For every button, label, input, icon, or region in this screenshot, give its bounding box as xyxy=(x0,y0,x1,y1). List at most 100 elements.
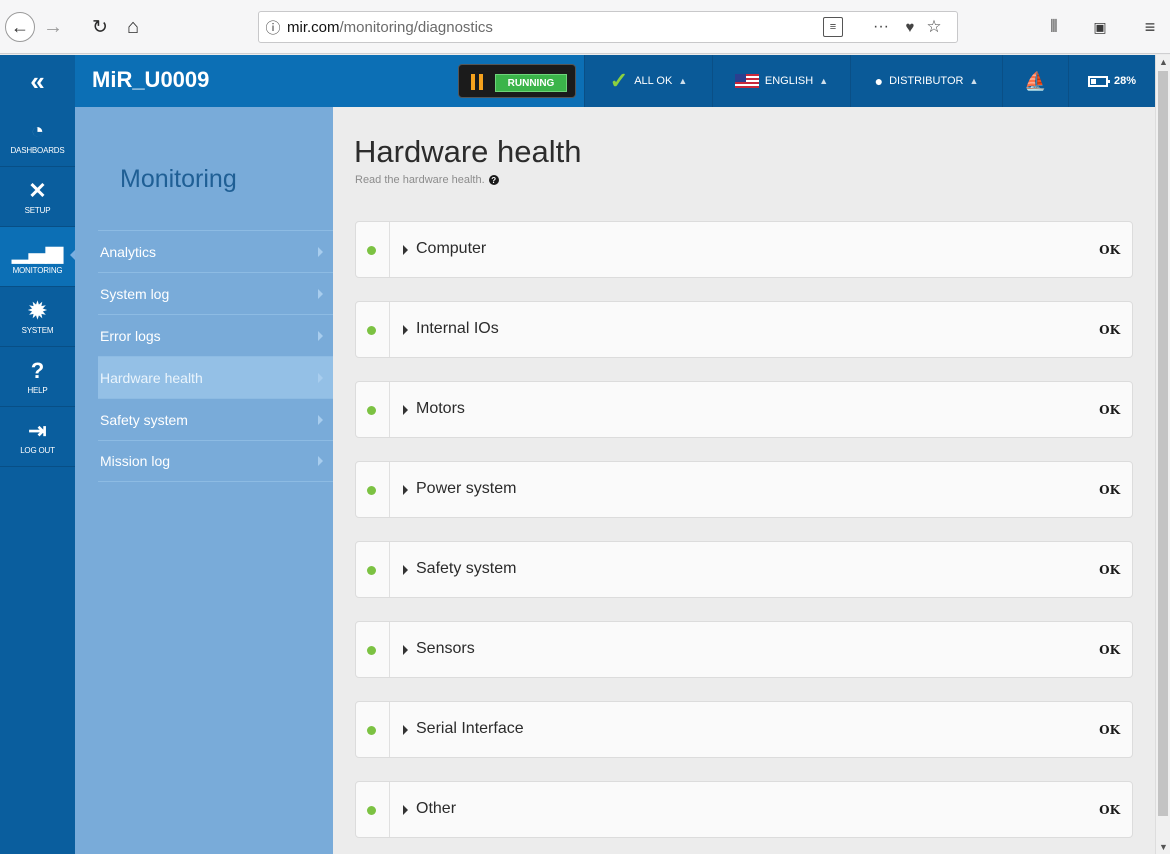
joystick-icon[interactable]: ⛵ xyxy=(1002,55,1068,107)
info-icon[interactable]: ⓘ xyxy=(259,17,287,38)
row-label: Power system xyxy=(416,480,517,497)
submenu-item-system-log[interactable]: System log xyxy=(98,272,333,314)
status-dot xyxy=(367,646,376,655)
submenu-title: Monitoring xyxy=(120,165,237,193)
more-icon[interactable]: ··· xyxy=(869,16,893,38)
library-icon[interactable]: ⫴ xyxy=(1040,12,1068,42)
page-title: Hardware health xyxy=(354,134,582,169)
language-label: ENGLISH xyxy=(764,75,814,87)
submenu-item-hardware-health[interactable]: Hardware health xyxy=(98,356,333,398)
nav-label: SYSTEM xyxy=(21,325,54,335)
run-control[interactable]: RUNNING xyxy=(458,64,576,98)
scroll-thumb[interactable] xyxy=(1158,71,1168,816)
chevron-right-icon xyxy=(318,246,323,257)
expand-caret-icon[interactable] xyxy=(403,245,408,255)
reload-icon[interactable]: ↻ xyxy=(88,12,112,42)
health-row-power-system[interactable]: Power system OK xyxy=(355,461,1133,518)
help-icon[interactable]: ? xyxy=(488,175,499,185)
row-status: OK xyxy=(1099,723,1120,737)
health-row-motors[interactable]: Motors OK xyxy=(355,381,1133,438)
nav-dashboards[interactable]: ◔ DASHBOARDS xyxy=(0,107,75,167)
language-dropdown[interactable]: ENGLISH ▲ xyxy=(712,55,850,107)
divider xyxy=(389,382,390,437)
status-dropdown[interactable]: ✓ ALL OK ▲ xyxy=(584,55,712,107)
chevron-right-icon xyxy=(318,414,323,425)
row-status: OK xyxy=(1099,483,1120,497)
divider xyxy=(389,462,390,517)
nav-label: SETUP xyxy=(24,205,51,215)
back-icon[interactable]: ← xyxy=(5,12,35,42)
us-flag-icon xyxy=(734,74,759,88)
home-icon[interactable]: ⌂ xyxy=(120,12,146,42)
expand-caret-icon[interactable] xyxy=(403,485,408,495)
url-host: mir.com xyxy=(287,18,340,36)
collapse-menu-icon[interactable]: « xyxy=(0,55,75,107)
nav-logout[interactable]: ⇥ LOG OUT xyxy=(0,407,75,467)
expand-caret-icon[interactable] xyxy=(403,725,408,735)
scroll-up-icon[interactable]: ▲ xyxy=(1159,57,1168,67)
chart-icon: ▁▃▅ xyxy=(12,237,63,263)
pocket-icon[interactable]: ♥ xyxy=(899,16,921,38)
expand-caret-icon[interactable] xyxy=(403,645,408,655)
row-label: Internal IOs xyxy=(416,320,499,337)
page-scrollbar[interactable]: ▲ ▼ xyxy=(1155,55,1170,854)
submenu-item-error-logs[interactable]: Error logs xyxy=(98,314,333,356)
submenu-item-label: Error logs xyxy=(100,327,161,344)
nav-setup[interactable]: ✕ SETUP xyxy=(0,167,75,227)
health-row-safety-system[interactable]: Safety system OK xyxy=(355,541,1133,598)
browser-toolbar: ← → ↻ ⌂ ⓘ mir.com /monitoring/diagnostic… xyxy=(0,0,1170,54)
reader-icon[interactable]: ≡ xyxy=(823,17,843,37)
row-label: Motors xyxy=(416,400,465,417)
forward-icon[interactable]: → xyxy=(40,12,66,42)
status-dot xyxy=(367,326,376,335)
caret-up-icon: ▲ xyxy=(819,76,829,86)
health-row-other[interactable]: Other OK xyxy=(355,781,1133,838)
row-status: OK xyxy=(1099,643,1120,657)
status-dot xyxy=(367,566,376,575)
expand-caret-icon[interactable] xyxy=(403,805,408,815)
submenu: Monitoring Analytics System log Error lo… xyxy=(75,107,333,854)
divider xyxy=(389,782,390,837)
nav-help[interactable]: ? HELP xyxy=(0,347,75,407)
row-status: OK xyxy=(1099,403,1120,417)
submenu-item-mission-log[interactable]: Mission log xyxy=(98,440,333,482)
submenu-item-analytics[interactable]: Analytics xyxy=(98,230,333,272)
caret-up-icon: ▲ xyxy=(969,76,979,86)
menu-icon[interactable]: ≡ xyxy=(1138,12,1162,42)
health-row-serial-interface[interactable]: Serial Interface OK xyxy=(355,701,1133,758)
health-row-internal-ios[interactable]: Internal IOs OK xyxy=(355,301,1133,358)
divider xyxy=(389,542,390,597)
bookmark-star-icon[interactable]: ☆ xyxy=(923,16,945,38)
sidebar-icon[interactable]: ▣ xyxy=(1088,12,1112,42)
nav-label: DASHBOARDS xyxy=(10,145,65,155)
battery-level: 28% xyxy=(1113,75,1137,87)
submenu-item-label: Hardware health xyxy=(100,369,203,386)
health-row-sensors[interactable]: Sensors OK xyxy=(355,621,1133,678)
health-row-computer[interactable]: Computer OK xyxy=(355,221,1133,278)
gear-icon: ✹ xyxy=(28,297,47,323)
url-bar[interactable]: ⓘ mir.com /monitoring/diagnostics ≡ ··· … xyxy=(258,11,958,43)
status-dot xyxy=(367,406,376,415)
submenu-item-label: Analytics xyxy=(100,243,157,260)
robot-name: MiR_U0009 xyxy=(92,67,210,92)
nav-label: MONITORING xyxy=(12,265,63,275)
submenu-item-safety-system[interactable]: Safety system xyxy=(98,398,333,440)
main-content: Hardware health Read the hardware health… xyxy=(333,107,1155,854)
battery-indicator: 28% xyxy=(1068,55,1155,107)
pause-icon[interactable] xyxy=(471,74,483,90)
scroll-down-icon[interactable]: ▼ xyxy=(1159,842,1168,852)
status-dot xyxy=(367,486,376,495)
help-icon: ? xyxy=(30,357,45,383)
row-label: Computer xyxy=(416,240,487,257)
nav-monitoring[interactable]: ▁▃▅ MONITORING xyxy=(0,227,76,287)
nav-system[interactable]: ✹ SYSTEM xyxy=(0,287,75,347)
expand-caret-icon[interactable] xyxy=(403,565,408,575)
submenu-item-label: System log xyxy=(100,285,170,302)
expand-caret-icon[interactable] xyxy=(403,405,408,415)
user-dropdown[interactable]: ● DISTRIBUTOR ▲ xyxy=(850,55,1002,107)
tools-icon: ✕ xyxy=(28,177,47,203)
status-dot xyxy=(367,726,376,735)
running-badge: RUNNING xyxy=(495,74,567,92)
logout-icon: ⇥ xyxy=(28,417,47,443)
expand-caret-icon[interactable] xyxy=(403,325,408,335)
